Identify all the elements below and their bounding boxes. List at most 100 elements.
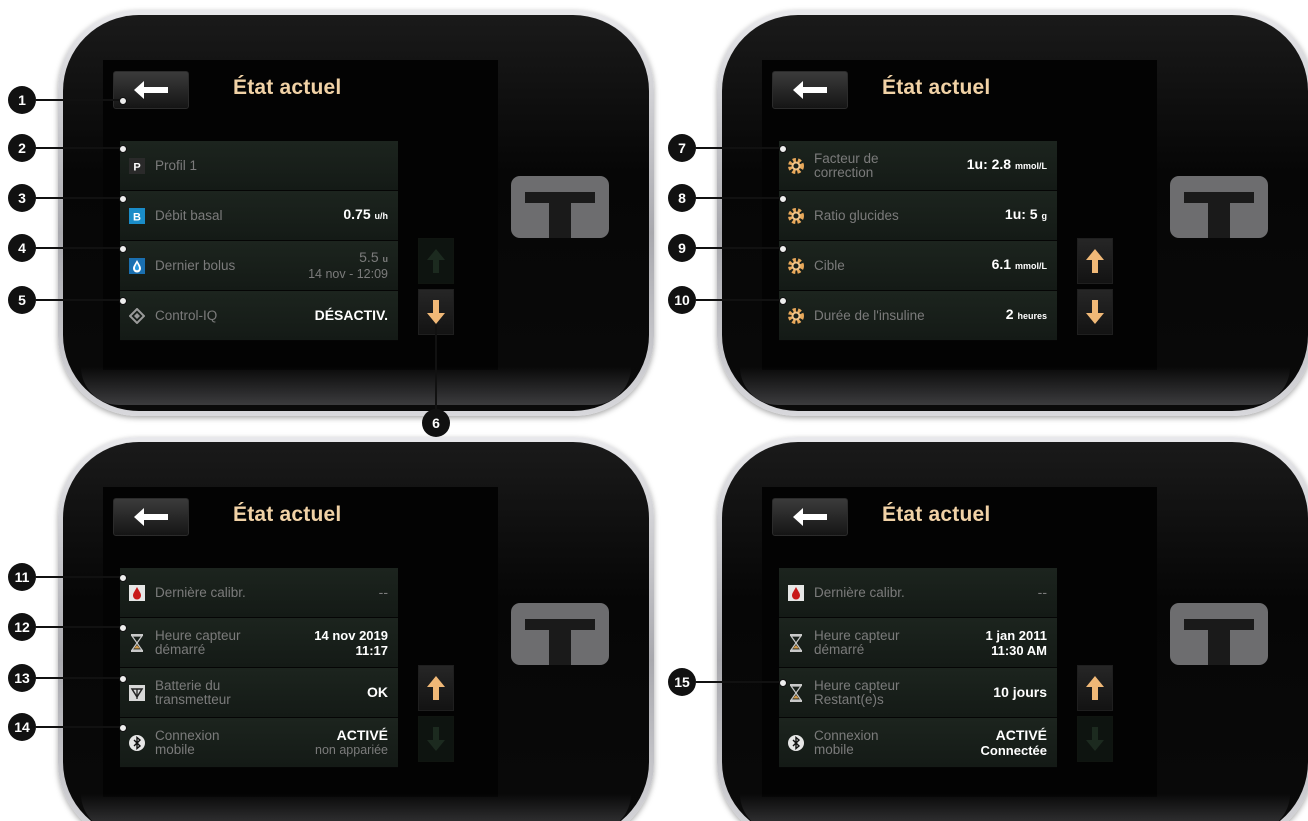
status-row-sensor-start[interactable]: Heure capteur démarré 14 nov 2019 11:17 (120, 618, 398, 668)
row-value: -- (378, 584, 388, 600)
row-label: Cible (814, 257, 845, 273)
screen: État actuel Dernière calibr. -- Heure ca… (103, 487, 498, 797)
setting-row-insulin-duration[interactable]: Durée de l'insuline 2 heures (779, 291, 1057, 341)
arrow-up-icon (427, 249, 445, 273)
scroll-up-button[interactable] (1077, 238, 1113, 284)
value-number: 5.5 (359, 248, 379, 265)
status-row-control-iq[interactable]: Control-IQ DÉSACTIV. (120, 291, 398, 341)
arrow-down-icon (427, 727, 445, 751)
row-value: 10 jours (993, 684, 1047, 700)
arrow-up-icon (1086, 249, 1104, 273)
leader-line (36, 624, 127, 631)
leader-line (36, 675, 127, 682)
label-line-1: Connexion (814, 727, 879, 743)
blood-drop-icon (787, 584, 805, 602)
scroll-up-button[interactable] (418, 665, 454, 711)
tandem-logo (1170, 176, 1268, 238)
callout-badge-9: 9 (668, 234, 696, 262)
scroll-up-button[interactable] (418, 238, 454, 284)
callout-badge-7: 7 (668, 134, 696, 162)
status-row-mobile-connection[interactable]: Connexion mobile ACTIVÉ non appariée (120, 718, 398, 768)
leader-line (36, 145, 127, 152)
scroll-up-button[interactable] (1077, 665, 1113, 711)
leader-line (36, 245, 127, 252)
callout-badge-4: 4 (8, 234, 36, 262)
back-arrow-icon (134, 81, 168, 99)
back-arrow-icon (134, 508, 168, 526)
callout-badge-11: 11 (8, 563, 36, 591)
row-label: Heure capteur Restant(e)s (814, 678, 993, 707)
device-bezel: État actuel P Profil 1 B Débit basal 0.7… (63, 15, 649, 411)
back-button[interactable] (772, 498, 848, 536)
scroll-down-button[interactable] (1077, 716, 1113, 762)
status-row-basal[interactable]: B Débit basal 0.75 u/h (120, 191, 398, 241)
device-panel-4: État actuel Dernière calibr. -- Heure ca… (717, 437, 1308, 821)
callout-badge-12: 12 (8, 613, 36, 641)
row-value: OK (367, 684, 388, 700)
row-label: Connexion mobile (155, 728, 315, 757)
row-label: Dernier bolus (155, 257, 236, 273)
row-value: 1u: 2.8 mmol/L (967, 157, 1047, 174)
status-row-last-calibration[interactable]: Dernière calibr. -- (120, 568, 398, 618)
page-title: État actuel (882, 503, 991, 526)
value-line-1: 1 jan 2011 (985, 627, 1047, 643)
row-label: Ratio glucides (814, 207, 899, 223)
label-line-2: démarré (155, 641, 206, 657)
row-value: DÉSACTIV. (314, 307, 388, 323)
setting-row-correction-factor[interactable]: Facteur de correction 1u: 2.8 mmol/L (779, 141, 1057, 191)
label-line-1: Heure capteur (814, 627, 900, 643)
value-line-2: non appariée (315, 742, 388, 757)
status-row-last-bolus[interactable]: Dernier bolus 5.5 u 14 nov - 12:09 (120, 241, 398, 291)
callout-badge-10: 10 (668, 286, 696, 314)
callout-badge-3: 3 (8, 184, 36, 212)
label-line-2: correction (814, 164, 874, 180)
leader-line (36, 297, 127, 304)
callout-badge-1: 1 (8, 86, 36, 114)
value-number: 0.75 (343, 206, 371, 222)
back-button[interactable] (113, 498, 189, 536)
setting-row-carb-ratio[interactable]: Ratio glucides 1u: 5 g (779, 191, 1057, 241)
gear-icon (787, 207, 805, 225)
transmitter-icon (128, 684, 146, 702)
leader-line (435, 325, 437, 409)
blood-drop-icon (128, 584, 146, 602)
back-button[interactable] (772, 71, 848, 109)
status-row-transmitter-battery[interactable]: Batterie du transmetteur OK (120, 668, 398, 718)
leader-line (696, 195, 787, 202)
label-line-2: démarré (814, 641, 865, 657)
value-line-2: 11:30 AM (991, 642, 1047, 658)
value-line-1: 14 nov 2019 (314, 627, 388, 643)
row-value: 5.5 u 14 nov - 12:09 (308, 248, 388, 282)
gear-icon (787, 157, 805, 175)
status-row-sensor-remaining[interactable]: Heure capteur Restant(e)s 10 jours (779, 668, 1057, 718)
value-number: 6.1 (991, 256, 1012, 272)
arrow-down-icon (427, 300, 445, 324)
hourglass-icon (128, 633, 146, 652)
callout-badge-15: 15 (668, 668, 696, 696)
row-value: 0.75 u/h (343, 207, 388, 224)
value-number: 1u: 5 (1004, 206, 1038, 222)
row-value: -- (1037, 584, 1047, 600)
value-unit: g (1041, 211, 1048, 221)
basal-b-icon: B (128, 207, 146, 225)
arrow-up-icon (427, 676, 445, 700)
scroll-down-button[interactable] (418, 716, 454, 762)
screen: État actuel P Profil 1 B Débit basal 0.7… (103, 60, 498, 370)
value-unit: mmol/L (1014, 161, 1047, 171)
bluetooth-icon (128, 734, 146, 752)
setting-row-target[interactable]: Cible 6.1 mmol/L (779, 241, 1057, 291)
row-value: 1u: 5 g (1005, 207, 1047, 224)
tandem-logo (1170, 603, 1268, 665)
row-label: Heure capteur démarré (155, 628, 314, 657)
tandem-logo (511, 603, 609, 665)
status-row-sensor-start[interactable]: Heure capteur démarré 1 jan 2011 11:30 AM (779, 618, 1057, 668)
leader-line (36, 574, 127, 581)
status-row-last-calibration[interactable]: Dernière calibr. -- (779, 568, 1057, 618)
device-panel-1: État actuel P Profil 1 B Débit basal 0.7… (58, 10, 654, 416)
status-row-mobile-connection[interactable]: Connexion mobile ACTIVÉ Connectée (779, 718, 1057, 768)
value-line-1: ACTIVÉ (995, 726, 1047, 743)
status-row-profile[interactable]: P Profil 1 (120, 141, 398, 191)
page-title: État actuel (233, 503, 342, 526)
back-arrow-icon (793, 81, 827, 99)
scroll-down-button[interactable] (1077, 289, 1113, 335)
